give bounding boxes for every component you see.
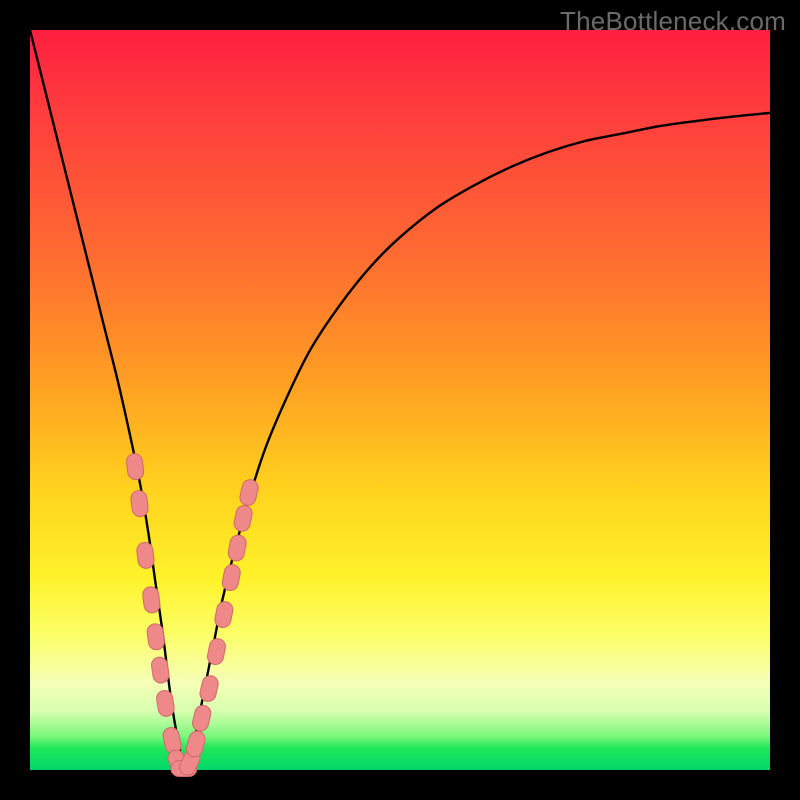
marker-capsule — [155, 689, 175, 717]
marker-capsule — [206, 637, 227, 666]
marker-capsule — [213, 600, 234, 629]
marker-capsule — [185, 729, 207, 758]
highlighted-points — [126, 453, 260, 778]
marker-capsule — [221, 563, 242, 592]
marker-capsule — [191, 704, 213, 733]
marker-capsule — [130, 490, 149, 518]
marker-capsule — [233, 504, 254, 533]
bottleneck-curve — [30, 30, 770, 770]
marker-capsule — [142, 586, 161, 614]
marker-capsule — [238, 478, 259, 507]
chart-frame: TheBottleneck.com — [0, 0, 800, 800]
marker-capsule — [126, 453, 145, 481]
marker-capsule — [198, 674, 219, 703]
plot-area — [30, 30, 770, 770]
curve-svg — [30, 30, 770, 770]
marker-capsule — [227, 534, 248, 563]
marker-capsule — [136, 542, 155, 570]
